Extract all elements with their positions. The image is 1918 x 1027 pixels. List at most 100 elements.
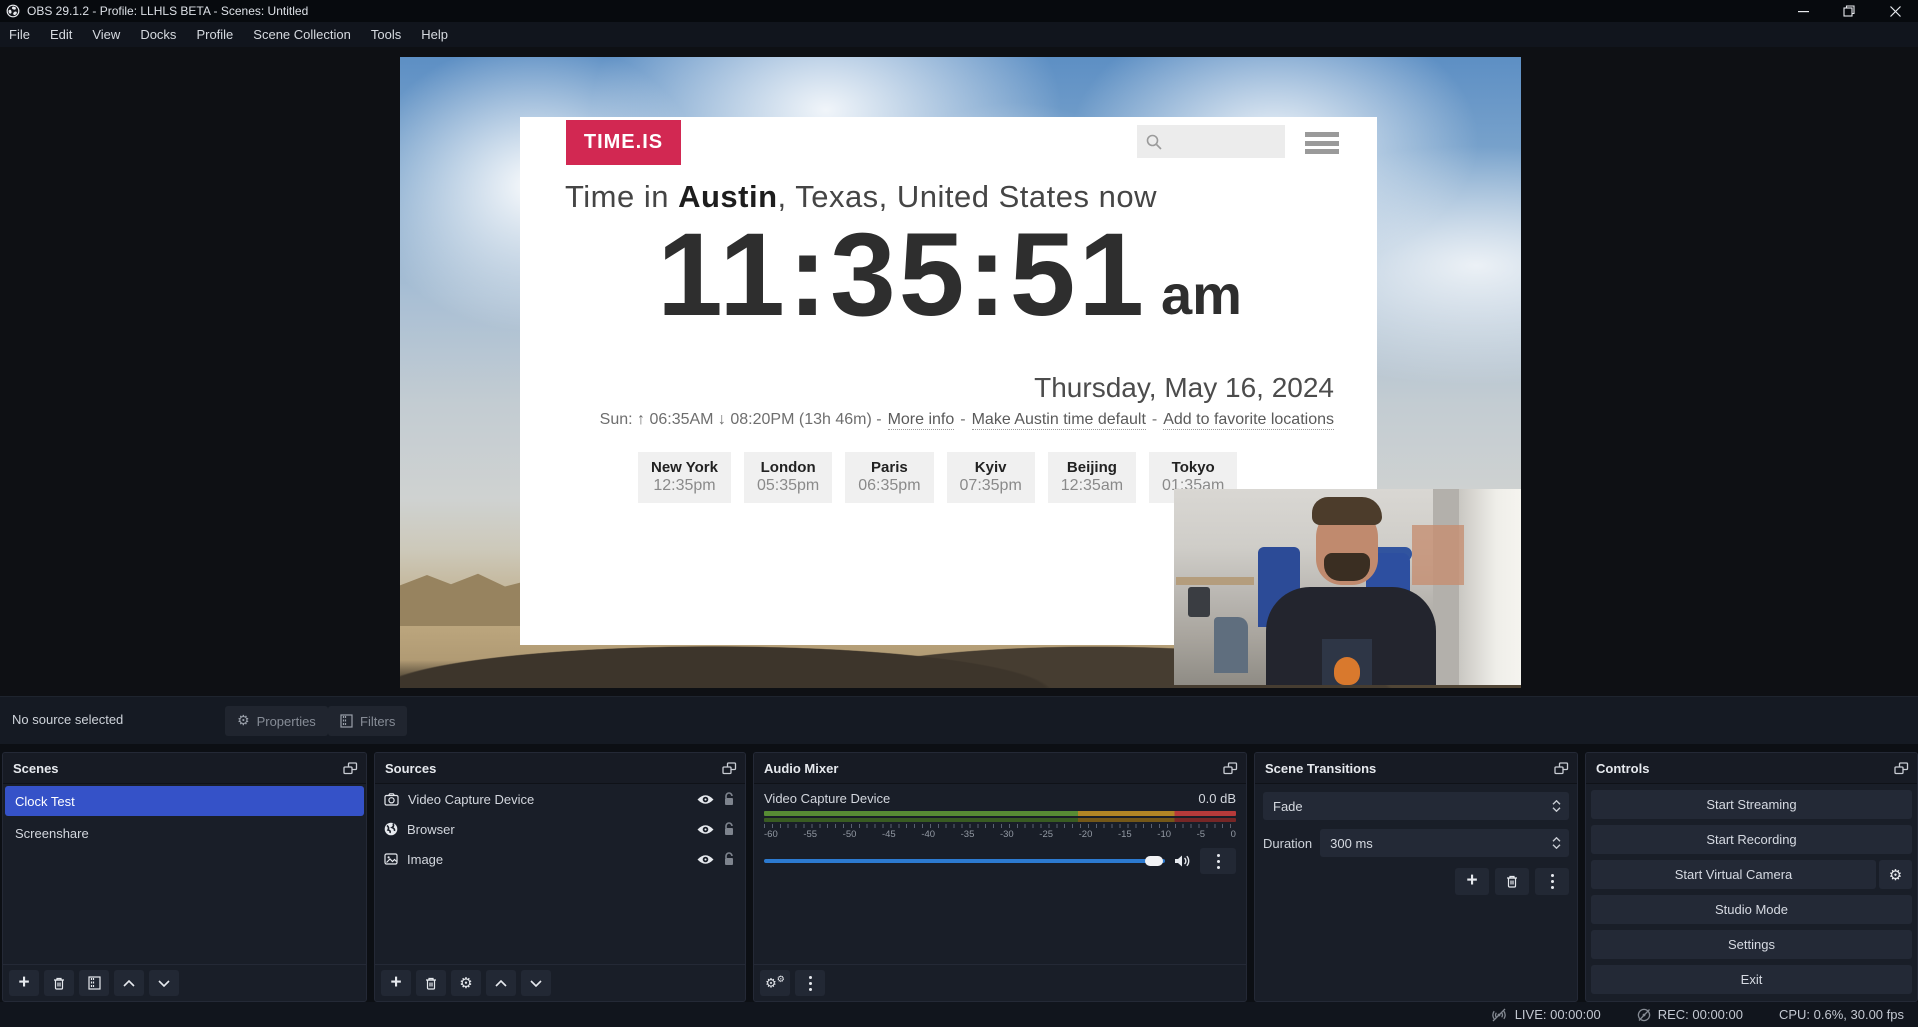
start-streaming-button[interactable]: Start Streaming	[1591, 790, 1912, 819]
move-source-down-button[interactable]	[521, 970, 551, 996]
mixer-channel-menu-button[interactable]	[1200, 848, 1236, 874]
source-row-browser[interactable]: Browser	[375, 814, 745, 844]
rec-status: REC: 00:00:00	[1637, 1007, 1743, 1022]
world-cities-row: New York12:35pm London05:35pm Paris06:35…	[638, 452, 1237, 503]
menu-profile[interactable]: Profile	[186, 22, 243, 47]
settings-button[interactable]: Settings	[1591, 930, 1912, 959]
transition-select[interactable]: Fade	[1263, 792, 1569, 820]
virtual-camera-settings-button[interactable]: ⚙	[1879, 860, 1912, 889]
search-input	[1137, 125, 1285, 158]
move-scene-down-button[interactable]	[149, 970, 179, 996]
maximize-button[interactable]	[1826, 0, 1872, 22]
record-disc-icon	[1637, 1008, 1651, 1022]
sun-info-row: Sun: ↑ 06:35AM ↓ 08:20PM (13h 46m) - Mor…	[565, 411, 1334, 430]
source-row-video-capture[interactable]: Video Capture Device	[375, 784, 745, 814]
menu-scene-collection[interactable]: Scene Collection	[243, 22, 361, 47]
current-date: Thursday, May 16, 2024	[1034, 372, 1334, 404]
clock-time: 11:35:51	[657, 209, 1147, 341]
source-row-image[interactable]: Image	[375, 844, 745, 874]
popout-icon[interactable]	[1223, 762, 1238, 775]
duration-label: Duration	[1263, 836, 1312, 851]
source-status-text: No source selected	[12, 712, 123, 727]
spin-arrows-icon[interactable]	[1543, 837, 1569, 849]
gear-icon: ⚙	[1889, 866, 1902, 884]
add-scene-button[interactable]: +	[9, 970, 39, 996]
add-transition-button[interactable]: +	[1455, 868, 1489, 895]
lock-unlocked-icon[interactable]	[723, 822, 735, 836]
meter-tick-marks	[764, 824, 1236, 828]
volume-slider[interactable]	[764, 859, 1165, 863]
filters-button[interactable]: Filters	[328, 706, 407, 736]
scene-item-screenshare[interactable]: Screenshare	[5, 818, 364, 848]
shirt-logo	[1334, 657, 1360, 685]
timeis-logo: TIME.IS	[566, 120, 681, 165]
popout-icon[interactable]	[1894, 762, 1909, 775]
move-source-up-button[interactable]	[486, 970, 516, 996]
properties-button[interactable]: ⚙ Properties	[225, 706, 328, 736]
preview-canvas[interactable]: TIME.IS Time in Austin, Texas, United St…	[400, 57, 1521, 688]
mixer-menu-button[interactable]	[795, 970, 825, 996]
sources-title: Sources	[385, 761, 436, 776]
minimize-button[interactable]	[1780, 0, 1826, 22]
start-virtual-camera-button[interactable]: Start Virtual Camera	[1591, 860, 1876, 889]
trash-icon	[1506, 875, 1518, 888]
transition-properties-button[interactable]	[1535, 868, 1569, 895]
lock-unlocked-icon[interactable]	[723, 852, 735, 866]
add-source-button[interactable]: +	[381, 970, 411, 996]
gear-icon: ⚙	[459, 974, 472, 992]
duration-spinbox[interactable]: 300 ms	[1320, 829, 1569, 857]
advanced-audio-properties-button[interactable]: ⚙⚙	[760, 970, 790, 996]
selected-source-toolbar: No source selected ⚙ Properties Filters	[0, 696, 1918, 744]
mixer-channel-name: Video Capture Device	[764, 791, 890, 806]
volume-meter-bar	[764, 811, 1236, 816]
source-properties-button[interactable]: ⚙	[451, 970, 481, 996]
remove-scene-button[interactable]	[44, 970, 74, 996]
globe-icon	[384, 822, 398, 836]
filters-icon	[88, 976, 101, 990]
popout-icon[interactable]	[722, 762, 737, 775]
dock-row: Scenes Clock Test Screenshare +	[0, 744, 1918, 1002]
speaker-icon[interactable]	[1174, 854, 1191, 868]
menu-docks[interactable]: Docks	[130, 22, 186, 47]
menu-file[interactable]: File	[0, 22, 40, 47]
chevron-down-icon	[530, 980, 542, 987]
webcam-video-capture-overlay[interactable]	[1174, 489, 1521, 685]
move-scene-up-button[interactable]	[114, 970, 144, 996]
cpu-fps-status: CPU: 0.6%, 30.00 fps	[1779, 1007, 1904, 1022]
menu-help[interactable]: Help	[411, 22, 458, 47]
menu-tools[interactable]: Tools	[361, 22, 411, 47]
meter-scale-labels: -60-55-50-45-40-35-30-25-20-15-10-50	[764, 829, 1236, 840]
select-arrows-icon	[1543, 800, 1569, 812]
remove-source-button[interactable]	[416, 970, 446, 996]
office-wall	[1412, 525, 1464, 585]
popout-icon[interactable]	[343, 762, 358, 775]
person-beard	[1324, 553, 1370, 581]
volume-slider-handle[interactable]	[1145, 856, 1163, 866]
search-icon	[1145, 133, 1163, 151]
popout-icon[interactable]	[1554, 762, 1569, 775]
filters-icon	[340, 714, 353, 728]
gear-icon: ⚙	[237, 713, 250, 729]
studio-mode-button[interactable]: Studio Mode	[1591, 895, 1912, 924]
menu-edit[interactable]: Edit	[40, 22, 82, 47]
scene-filters-button[interactable]	[79, 970, 109, 996]
eye-icon[interactable]	[697, 794, 714, 805]
exit-button[interactable]: Exit	[1591, 965, 1912, 994]
image-icon	[384, 853, 398, 865]
office-chair-front	[1214, 617, 1248, 673]
scene-item-clock-test[interactable]: Clock Test	[5, 786, 364, 816]
preview-area: TIME.IS Time in Austin, Texas, United St…	[0, 47, 1918, 696]
eye-icon[interactable]	[697, 854, 714, 865]
lock-unlocked-icon[interactable]	[723, 792, 735, 806]
start-recording-button[interactable]: Start Recording	[1591, 825, 1912, 854]
eye-icon[interactable]	[697, 824, 714, 835]
chevron-up-icon	[123, 980, 135, 987]
scenes-title: Scenes	[13, 761, 59, 776]
office-pillar	[1433, 489, 1459, 685]
sources-dock: Sources Video Capture Device Browser	[374, 752, 746, 1002]
live-clock: 11:35:51 am	[565, 209, 1334, 341]
close-button[interactable]	[1872, 0, 1918, 22]
remove-transition-button[interactable]	[1495, 868, 1529, 895]
menu-view[interactable]: View	[82, 22, 130, 47]
city-tile-beijing: Beijing12:35am	[1048, 452, 1136, 503]
